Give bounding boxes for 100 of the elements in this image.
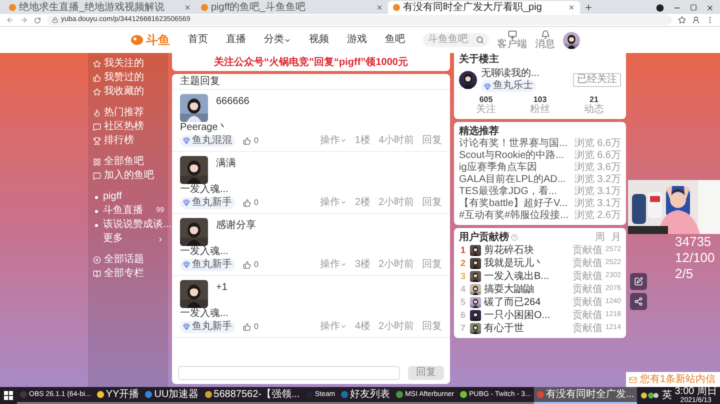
search-icon[interactable] [476,36,484,44]
circle-icon[interactable] [656,4,664,12]
user-name[interactable]: 有心于世 [484,322,524,334]
back-icon[interactable] [6,16,14,24]
view-count: 浏览 6.6万 [574,150,621,162]
post-time: 2小时前 [378,258,414,270]
browser-tab[interactable]: pigff的鱼吧_斗鱼鱼吧 [196,1,388,14]
view-count: 浏览 3.2万 [574,174,621,186]
author-name[interactable]: Peerage丶 [180,122,228,134]
nav-link[interactable]: 鱼吧 [385,34,405,46]
view-count: 浏览 3.6万 [574,162,621,174]
browser-tab[interactable]: 有没有同时全广发大厅看职_pig [388,1,580,14]
reload-icon[interactable] [34,16,41,24]
like-button[interactable]: 0 [243,320,258,332]
taskbar-app[interactable]: 56887562-【强领... [202,387,303,404]
recommend-link[interactable]: 【有奖battle】超好子V... [459,198,568,210]
maximize-icon[interactable] [690,4,697,11]
browser-tab[interactable]: 绝地求生直播_绝地游戏视频解说 [4,1,196,14]
nav-link[interactable]: 首页 [188,34,208,46]
nav-link[interactable]: 分类 [264,34,291,46]
author-name[interactable]: 一发入魂... [180,246,228,258]
close-icon[interactable] [568,4,575,11]
star-icon [93,60,101,68]
user-name[interactable]: 剪花碎石块 [484,244,534,256]
sidebar-item[interactable]: 全部话题 [93,253,168,267]
user-badge: 鱼丸混混 [180,134,235,146]
plus-icon[interactable] [584,3,593,12]
header-action-label[interactable]: 消息 [535,39,555,50]
round-logo-icon [9,4,16,11]
app-icon [396,391,404,398]
sidebar-item[interactable]: 我赞过的 [93,71,168,85]
taskbar-app[interactable]: 好友列表 [338,387,394,404]
sidebar-item[interactable]: 排行榜 [93,134,168,148]
like-button[interactable]: 0 [243,134,258,146]
nav-link[interactable]: 直播 [226,34,246,46]
taskbar-app[interactable]: YY开播 [94,387,142,404]
floor-label: 3楼 [354,258,370,270]
recommend-link[interactable]: #互动有奖#韩服位段接... [459,210,568,222]
windows-logo-icon[interactable] [4,391,13,400]
sidebar-item[interactable]: 该说说赞成谈... [93,218,168,232]
floor-label: 2楼 [354,196,370,208]
score-label: 贡献值 [572,270,602,282]
user-badge: 鱼丸新手 [180,258,235,270]
input-language[interactable]: 英 [662,390,672,402]
star-icon[interactable] [678,16,686,24]
tab-title: 有没有同时全广发大厅看职_pig [403,1,542,14]
close-icon[interactable] [184,4,191,11]
view-count: 浏览 3.1万 [574,198,621,210]
close-icon[interactable] [706,4,714,12]
sidebar-item[interactable]: 热门推荐 [93,106,168,120]
stat-value: 103 [533,95,547,104]
recommend-link[interactable]: ig应赛季角点车因 [459,162,537,174]
user-badge: 鱼丸新手 [180,196,235,208]
bullet-icon [95,210,98,212]
user-name[interactable]: 一只小困困O... [484,310,550,322]
sidebar-item[interactable]: 加入的鱼吧 [93,169,168,183]
bell-icon[interactable] [540,30,550,39]
author-name[interactable]: 一发入魂... [180,184,228,196]
nav-link[interactable]: 游戏 [347,34,367,46]
bullet-icon [95,224,98,226]
forward-icon[interactable] [20,16,28,24]
recommend-link[interactable]: Scout与Rookie的中路... [459,150,564,162]
user-name[interactable]: 搞耍大鼬鼬 [484,284,534,296]
like-button[interactable]: 0 [243,196,258,208]
author-name[interactable]: 无聊读我的... [481,68,540,80]
taskbar-app[interactable]: 有没有同时全广发... [534,387,638,404]
chat-icon [93,172,101,180]
user-name[interactable]: 碳了而已264 [484,296,541,308]
sidebar-item[interactable]: 我收藏的 [93,85,168,99]
recommend-link[interactable]: TES最强拿JDG，看... [459,186,557,198]
app-icon [20,391,27,398]
app-icon [204,391,212,398]
close-icon[interactable] [376,4,383,11]
rank-number: 1 [459,244,466,257]
sidebar-item[interactable]: 更多 [93,232,168,246]
header-action-label[interactable]: 客户端 [497,39,527,50]
monitor-icon[interactable] [508,30,516,39]
sidebar-item[interactable]: pigff [93,190,168,204]
grid-icon [93,158,101,166]
nav-link[interactable]: 视频 [309,34,329,46]
author-name[interactable]: 一发入魂... [180,308,228,320]
user-name[interactable]: 我就是玩儿丶 [484,258,544,270]
user-icon[interactable] [692,16,700,24]
recommend-link[interactable]: 讨论有奖！世界赛与国... [459,138,568,150]
app-icon [96,391,104,398]
user-name[interactable]: 一发入魂出B... [484,270,550,282]
sidebar-item[interactable]: 我关注的 [93,57,168,71]
recommend-link[interactable]: GALA目前在LPL的AD... [459,174,566,186]
sidebar-item[interactable]: 社区热榜 [93,120,168,134]
share-button[interactable] [630,293,647,310]
edit-button[interactable] [630,273,647,290]
like-button[interactable]: 0 [243,258,258,270]
sidebar-item[interactable]: 全部鱼吧 [93,155,168,169]
taskbar-app[interactable]: UU加速器 [142,387,202,404]
sidebar-item[interactable]: 全部专栏 [93,267,168,281]
floor-label: 1楼 [354,134,370,146]
reply-input[interactable] [178,366,400,380]
search-field[interactable]: 斗鱼鱼吧 [423,33,489,47]
follow-button[interactable]: 已经关注 [573,73,621,87]
stat-value: 605 [479,95,493,104]
